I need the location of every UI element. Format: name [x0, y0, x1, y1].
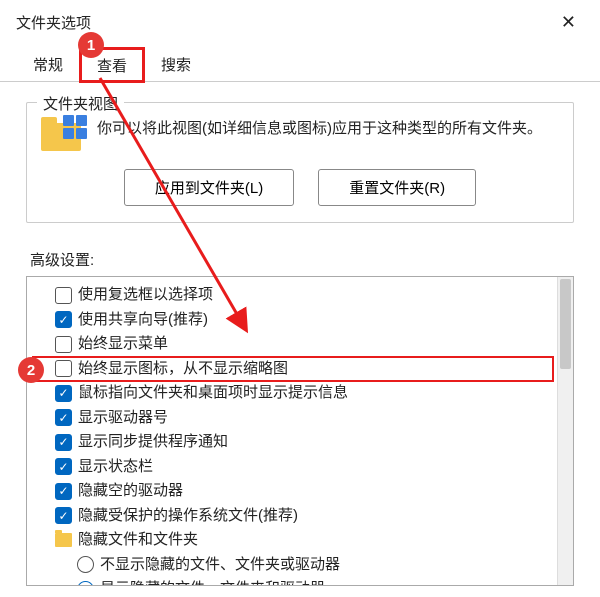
adv-item-9[interactable]: ✓ 隐藏受保护的操作系统文件(推荐)	[33, 504, 553, 529]
checkbox[interactable]	[55, 287, 72, 304]
scroll-thumb[interactable]	[560, 279, 571, 369]
adv-item-7[interactable]: ✓ 显示状态栏	[33, 455, 553, 480]
item-label: 隐藏文件和文件夹	[78, 529, 198, 552]
checkbox[interactable]	[55, 336, 72, 353]
item-label: 使用复选框以选择项	[78, 284, 213, 307]
advanced-settings-list: 使用复选框以选择项 ✓ 使用共享向导(推荐)始终显示菜单始终显示图标，从不显示缩略图…	[27, 277, 557, 585]
item-label: 始终显示图标，从不显示缩略图	[78, 358, 288, 381]
item-label: 显示隐藏的文件、文件夹和驱动器	[100, 578, 325, 585]
checkbox[interactable]: ✓	[55, 311, 72, 328]
item-label: 鼠标指向文件夹和桌面项时显示提示信息	[78, 382, 348, 405]
checkbox[interactable]: ✓	[55, 409, 72, 426]
item-label: 不显示隐藏的文件、文件夹或驱动器	[100, 554, 340, 577]
item-label: 隐藏受保护的操作系统文件(推荐)	[78, 505, 298, 528]
folder-views-group: 文件夹视图 你可以将此视图(如详细信息或图标)应用于这种类型的所有文件夹。 应用…	[26, 102, 574, 223]
tab-search[interactable]: 搜索	[144, 47, 208, 81]
adv-item-4[interactable]: ✓ 鼠标指向文件夹和桌面项时显示提示信息	[33, 381, 553, 406]
adv-item-1[interactable]: ✓ 使用共享向导(推荐)	[33, 308, 553, 333]
adv-item-8[interactable]: ✓ 隐藏空的驱动器	[33, 479, 553, 504]
annotation-badge-1: 1	[78, 32, 104, 58]
checkbox[interactable]: ✓	[55, 385, 72, 402]
advanced-settings-box: 使用复选框以选择项 ✓ 使用共享向导(推荐)始终显示菜单始终显示图标，从不显示缩略图…	[26, 276, 574, 586]
radio[interactable]	[77, 581, 94, 585]
adv-item-10[interactable]: 隐藏文件和文件夹	[33, 528, 553, 553]
item-label: 始终显示菜单	[78, 333, 168, 356]
scrollbar[interactable]	[557, 277, 573, 585]
adv-item-11[interactable]: 不显示隐藏的文件、文件夹或驱动器	[33, 553, 553, 578]
adv-item-3[interactable]: 始终显示图标，从不显示缩略图	[33, 357, 553, 382]
checkbox[interactable]: ✓	[55, 458, 72, 475]
folder-icon	[55, 533, 72, 547]
folder-views-description: 你可以将此视图(如详细信息或图标)应用于这种类型的所有文件夹。	[97, 117, 542, 141]
item-label: 使用共享向导(推荐)	[78, 309, 208, 332]
item-label: 显示同步提供程序通知	[78, 431, 228, 454]
checkbox[interactable]: ✓	[55, 434, 72, 451]
content-area: 文件夹视图 你可以将此视图(如详细信息或图标)应用于这种类型的所有文件夹。 应用…	[0, 82, 600, 586]
group-label: 文件夹视图	[37, 93, 124, 114]
advanced-settings-label: 高级设置:	[30, 249, 574, 270]
adv-item-0[interactable]: 使用复选框以选择项	[33, 283, 553, 308]
item-label: 隐藏空的驱动器	[78, 480, 183, 503]
radio[interactable]	[77, 556, 94, 573]
apply-to-folders-button[interactable]: 应用到文件夹(L)	[124, 169, 294, 206]
annotation-badge-2: 2	[18, 357, 44, 383]
item-label: 显示驱动器号	[78, 407, 168, 430]
adv-item-2[interactable]: 始终显示菜单	[33, 332, 553, 357]
item-label: 显示状态栏	[78, 456, 153, 479]
adv-item-12[interactable]: 显示隐藏的文件、文件夹和驱动器	[33, 577, 553, 585]
checkbox[interactable]: ✓	[55, 483, 72, 500]
adv-item-5[interactable]: ✓ 显示驱动器号	[33, 406, 553, 431]
adv-item-6[interactable]: ✓ 显示同步提供程序通知	[33, 430, 553, 455]
close-icon[interactable]: ✕	[549, 8, 588, 37]
tab-general[interactable]: 常规	[16, 47, 80, 81]
window-title: 文件夹选项	[16, 12, 91, 33]
folder-views-icon	[41, 117, 85, 155]
checkbox[interactable]: ✓	[55, 507, 72, 524]
checkbox[interactable]	[55, 360, 72, 377]
reset-folders-button[interactable]: 重置文件夹(R)	[318, 169, 476, 206]
